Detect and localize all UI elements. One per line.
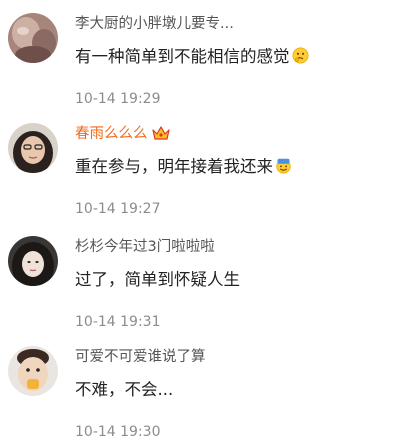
- username-text: 春雨么么么: [75, 126, 148, 142]
- comment-text: 不难，不会...: [75, 378, 173, 402]
- avatar[interactable]: [8, 123, 58, 173]
- comment-text-content: 重在参与，明年接着我还来: [75, 157, 273, 176]
- comment-item[interactable]: 可爱不可爱谁说了算 不难，不会... 10-14 19:30: [0, 343, 402, 443]
- comment-item[interactable]: 李大厨的小胖墩儿要专... 有一种简单到不能相信的感觉 10-14 19:29: [0, 10, 402, 120]
- username[interactable]: 杉杉今年过3门啦啦啦: [75, 237, 215, 257]
- timestamp: 10-14 19:30: [75, 424, 161, 440]
- comment-text-content: 有一种简单到不能相信的感觉: [75, 47, 290, 66]
- comment-text: 有一种简单到不能相信的感觉: [75, 45, 309, 71]
- username[interactable]: 春雨么么么: [75, 124, 170, 147]
- comment-text-content: 不难，不会...: [75, 380, 174, 399]
- comment-item[interactable]: 杉杉今年过3门啦啦啦 过了，简单到怀疑人生 10-14 19:31: [0, 233, 402, 343]
- timestamp: 10-14 19:29: [75, 91, 161, 107]
- avatar-image: [8, 123, 58, 173]
- avatar-image: [8, 13, 58, 63]
- timestamp: 10-14 19:27: [75, 201, 161, 217]
- avatar-image: [8, 346, 58, 396]
- crown-icon: [151, 125, 170, 147]
- comment-text: 重在参与，明年接着我还来: [75, 155, 292, 181]
- avatar[interactable]: [8, 236, 58, 286]
- comment-text-content: 过了，简单到怀疑人生: [75, 270, 240, 289]
- comment-item[interactable]: 春雨么么么 重在参与，明年接着我还来 10-14 19:27: [0, 120, 402, 230]
- avatar[interactable]: [8, 13, 58, 63]
- username[interactable]: 可爱不可爱谁说了算: [75, 347, 206, 367]
- username[interactable]: 李大厨的小胖墩儿要专...: [75, 14, 234, 34]
- thinking-face-emoji-icon: [292, 47, 309, 71]
- avatar-image: [8, 236, 58, 286]
- comment-text: 过了，简单到怀疑人生: [75, 268, 240, 292]
- timestamp: 10-14 19:31: [75, 314, 161, 330]
- comment-list: 李大厨的小胖墩儿要专... 有一种简单到不能相信的感觉 10-14 19:29 …: [0, 0, 402, 443]
- avatar[interactable]: [8, 346, 58, 396]
- sweat-smile-emoji-icon: [275, 157, 292, 181]
